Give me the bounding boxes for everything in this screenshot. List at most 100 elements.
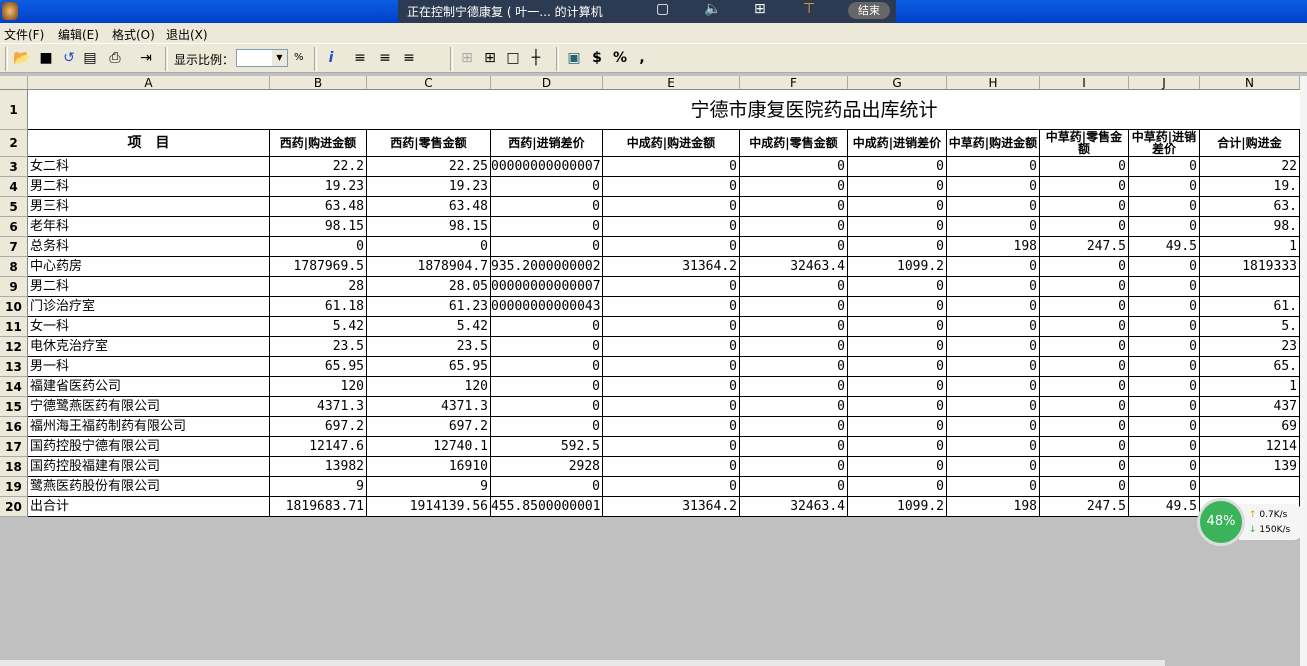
value-cell[interactable]: 0: [270, 237, 367, 257]
value-cell[interactable]: 0: [1129, 377, 1200, 397]
menu-file[interactable]: 文件(F): [4, 26, 44, 43]
value-cell[interactable]: 0: [1040, 217, 1129, 237]
value-cell[interactable]: 0: [1040, 257, 1129, 277]
value-cell[interactable]: 0: [603, 397, 740, 417]
value-cell[interactable]: 0: [603, 197, 740, 217]
value-cell[interactable]: 139: [1200, 457, 1300, 477]
column-header-e[interactable]: E: [603, 76, 740, 90]
value-cell[interactable]: 5.42: [367, 317, 491, 337]
column-title[interactable]: 西药|进销差价: [491, 130, 603, 157]
value-cell[interactable]: 98.15: [367, 217, 491, 237]
item-name-cell[interactable]: 女一科: [28, 317, 270, 337]
value-cell[interactable]: 5.: [1200, 317, 1300, 337]
value-cell[interactable]: 63.48: [270, 197, 367, 217]
value-cell[interactable]: 0: [848, 197, 947, 217]
value-cell[interactable]: 0: [947, 437, 1040, 457]
corner-select-all[interactable]: [0, 76, 28, 90]
item-name-cell[interactable]: 男三科: [28, 197, 270, 217]
column-header-f[interactable]: F: [740, 76, 848, 90]
refresh-icon[interactable]: ↺: [60, 49, 78, 67]
value-cell[interactable]: 0: [947, 257, 1040, 277]
row-header[interactable]: 7: [0, 237, 28, 257]
row-header[interactable]: 16: [0, 417, 28, 437]
value-cell[interactable]: 0: [603, 437, 740, 457]
column-header-j[interactable]: J: [1129, 76, 1200, 90]
value-cell[interactable]: 49.5: [1129, 497, 1200, 517]
value-cell[interactable]: 0: [1129, 217, 1200, 237]
value-cell[interactable]: 0: [1040, 457, 1129, 477]
row-header[interactable]: 4: [0, 177, 28, 197]
value-cell[interactable]: 9: [270, 477, 367, 497]
item-name-cell[interactable]: 国药控股宁德有限公司: [28, 437, 270, 457]
horizontal-scrollbar[interactable]: [0, 660, 1165, 666]
value-cell[interactable]: 0: [1129, 297, 1200, 317]
column-header-n[interactable]: N: [1200, 76, 1300, 90]
calculator-icon[interactable]: ▣: [565, 49, 583, 67]
row-header[interactable]: 5: [0, 197, 28, 217]
value-cell[interactable]: 0: [491, 397, 603, 417]
value-cell[interactable]: 592.5: [491, 437, 603, 457]
value-cell[interactable]: 0: [491, 217, 603, 237]
value-cell[interactable]: 0: [603, 477, 740, 497]
value-cell[interactable]: 0: [1040, 477, 1129, 497]
value-cell[interactable]: 1099.2: [848, 497, 947, 517]
row-header[interactable]: 2: [0, 130, 28, 157]
value-cell[interactable]: 65.95: [270, 357, 367, 377]
value-cell[interactable]: 0: [1129, 417, 1200, 437]
value-cell[interactable]: 19.23: [367, 177, 491, 197]
value-cell[interactable]: 98.15: [270, 217, 367, 237]
value-cell[interactable]: 0: [1129, 437, 1200, 457]
column-header-h[interactable]: H: [947, 76, 1040, 90]
value-cell[interactable]: 120: [270, 377, 367, 397]
value-cell[interactable]: 00000000000007: [491, 157, 603, 177]
value-cell[interactable]: 1878904.7: [367, 257, 491, 277]
value-cell[interactable]: 0: [491, 477, 603, 497]
column-title[interactable]: 西药|购进金额: [270, 130, 367, 157]
value-cell[interactable]: 0: [740, 277, 848, 297]
value-cell[interactable]: 0: [740, 437, 848, 457]
value-cell[interactable]: 198: [947, 237, 1040, 257]
open-icon[interactable]: 📂: [13, 49, 31, 67]
value-cell[interactable]: 0: [947, 417, 1040, 437]
value-cell[interactable]: 0: [740, 237, 848, 257]
row-header[interactable]: 18: [0, 457, 28, 477]
value-cell[interactable]: 65.95: [367, 357, 491, 377]
value-cell[interactable]: 0: [1129, 197, 1200, 217]
row-header[interactable]: 6: [0, 217, 28, 237]
end-button[interactable]: 结束: [848, 2, 890, 19]
value-cell[interactable]: 0: [848, 177, 947, 197]
item-name-cell[interactable]: 男二科: [28, 277, 270, 297]
value-cell[interactable]: 0: [1129, 277, 1200, 297]
value-cell[interactable]: 23.5: [270, 337, 367, 357]
value-cell[interactable]: 0: [491, 377, 603, 397]
value-cell[interactable]: 0: [947, 217, 1040, 237]
column-title[interactable]: 合计|购进金: [1200, 130, 1300, 157]
value-cell[interactable]: 0: [1040, 377, 1129, 397]
value-cell[interactable]: 1: [1200, 377, 1300, 397]
value-cell[interactable]: 0: [848, 377, 947, 397]
percent-format-icon[interactable]: %: [611, 49, 629, 67]
value-cell[interactable]: 0: [1129, 257, 1200, 277]
value-cell[interactable]: 0: [603, 317, 740, 337]
item-name-cell[interactable]: 总务科: [28, 237, 270, 257]
item-name-cell[interactable]: 门诊治疗室: [28, 297, 270, 317]
all-borders-icon[interactable]: ⊞: [481, 49, 499, 67]
sheet-title[interactable]: 宁德市康复医院药品出库统计: [28, 90, 1300, 130]
value-cell[interactable]: 0: [1129, 317, 1200, 337]
column-title[interactable]: 中成药|进销差价: [848, 130, 947, 157]
value-cell[interactable]: 0: [848, 317, 947, 337]
value-cell[interactable]: 12147.6: [270, 437, 367, 457]
value-cell[interactable]: 1787969.5: [270, 257, 367, 277]
item-name-cell[interactable]: 女二科: [28, 157, 270, 177]
value-cell[interactable]: 247.5: [1040, 237, 1129, 257]
value-cell[interactable]: 0: [1040, 357, 1129, 377]
value-cell[interactable]: 0: [848, 417, 947, 437]
value-cell[interactable]: 1099.2: [848, 257, 947, 277]
value-cell[interactable]: 0: [740, 217, 848, 237]
comma-format-icon[interactable]: ,: [633, 49, 651, 67]
row-header[interactable]: 1: [0, 90, 28, 130]
value-cell[interactable]: 0: [1129, 177, 1200, 197]
value-cell[interactable]: 0: [1040, 157, 1129, 177]
no-border-icon[interactable]: ⊞: [458, 49, 476, 67]
item-name-cell[interactable]: 中心药房: [28, 257, 270, 277]
